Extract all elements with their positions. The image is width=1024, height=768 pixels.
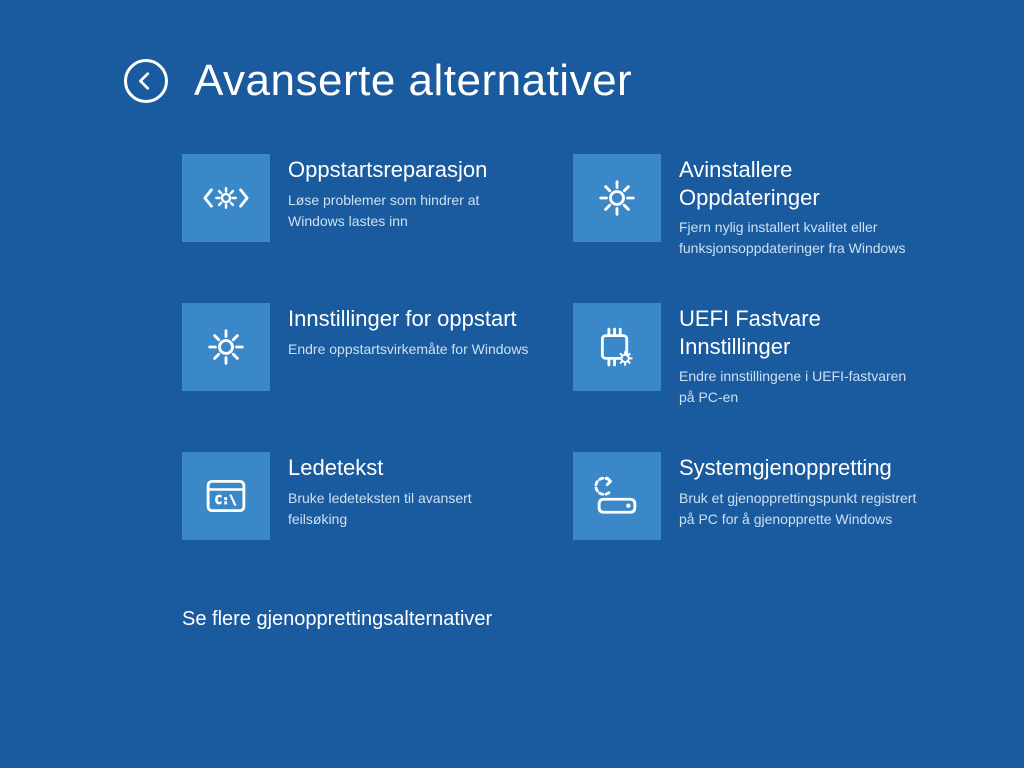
chip-gear-icon — [591, 321, 643, 373]
tile-icon-box — [573, 303, 661, 391]
tile-desc: Bruk et gjenopprettingspunkt registrert … — [679, 488, 924, 530]
tile-title: UEFI Fastvare Innstillinger — [679, 305, 924, 360]
back-arrow-icon — [134, 70, 156, 92]
tile-text: Avinstallere Oppdateringer Fjern nylig i… — [679, 154, 924, 259]
svg-text:C:\: C:\ — [215, 493, 237, 507]
tile-icon-box — [573, 452, 661, 540]
tile-title: Oppstartsreparasjon — [288, 156, 533, 184]
tile-text: Systemgjenoppretting Bruk et gjenopprett… — [679, 452, 924, 540]
more-recovery-options-link[interactable]: Se flere gjenopprettingsalternativer — [182, 608, 964, 631]
header: Avanserte alternativer — [124, 56, 964, 106]
tile-title: Systemgjenoppretting — [679, 454, 924, 482]
tile-title: Innstillinger for oppstart — [288, 305, 528, 333]
terminal-icon: C:\ — [200, 470, 252, 522]
tile-desc: Løse problemer som hindrer at Windows la… — [288, 190, 533, 232]
tile-icon-box: C:\ — [182, 452, 270, 540]
restore-icon — [591, 470, 643, 522]
tile-uefi-firmware[interactable]: UEFI Fastvare Innstillinger Endre innsti… — [573, 303, 924, 408]
tile-text: Ledetekst Bruke ledeteksten til avansert… — [288, 452, 533, 540]
tile-desc: Endre oppstartsvirkemåte for Windows — [288, 339, 528, 360]
tile-text: UEFI Fastvare Innstillinger Endre innsti… — [679, 303, 924, 408]
tile-icon-box — [182, 154, 270, 242]
tile-command-prompt[interactable]: C:\ Ledetekst Bruke ledeteksten til avan… — [182, 452, 533, 540]
tile-icon-box — [182, 303, 270, 391]
advanced-options-screen: Avanserte alternativer — [0, 0, 1024, 768]
gear-icon — [591, 172, 643, 224]
tile-uninstall-updates[interactable]: Avinstallere Oppdateringer Fjern nylig i… — [573, 154, 924, 259]
gear-icon — [200, 321, 252, 373]
gear-brackets-icon — [200, 172, 252, 224]
tile-text: Oppstartsreparasjon Løse problemer som h… — [288, 154, 533, 259]
page-title: Avanserte alternativer — [194, 56, 632, 106]
tile-desc: Fjern nylig installert kvalitet eller fu… — [679, 217, 924, 259]
tile-text: Innstillinger for oppstart Endre oppstar… — [288, 303, 528, 408]
tile-desc: Endre innstillingene i UEFI-fastvaren på… — [679, 366, 924, 408]
tile-system-restore[interactable]: Systemgjenoppretting Bruk et gjenopprett… — [573, 452, 924, 540]
tile-title: Avinstallere Oppdateringer — [679, 156, 924, 211]
tile-startup-settings[interactable]: Innstillinger for oppstart Endre oppstar… — [182, 303, 533, 408]
tile-desc: Bruke ledeteksten til avansert feilsøkin… — [288, 488, 533, 530]
tile-startup-repair[interactable]: Oppstartsreparasjon Løse problemer som h… — [182, 154, 533, 259]
tile-icon-box — [573, 154, 661, 242]
back-button[interactable] — [124, 59, 168, 103]
options-grid: Oppstartsreparasjon Løse problemer som h… — [182, 154, 924, 540]
tile-title: Ledetekst — [288, 454, 533, 482]
